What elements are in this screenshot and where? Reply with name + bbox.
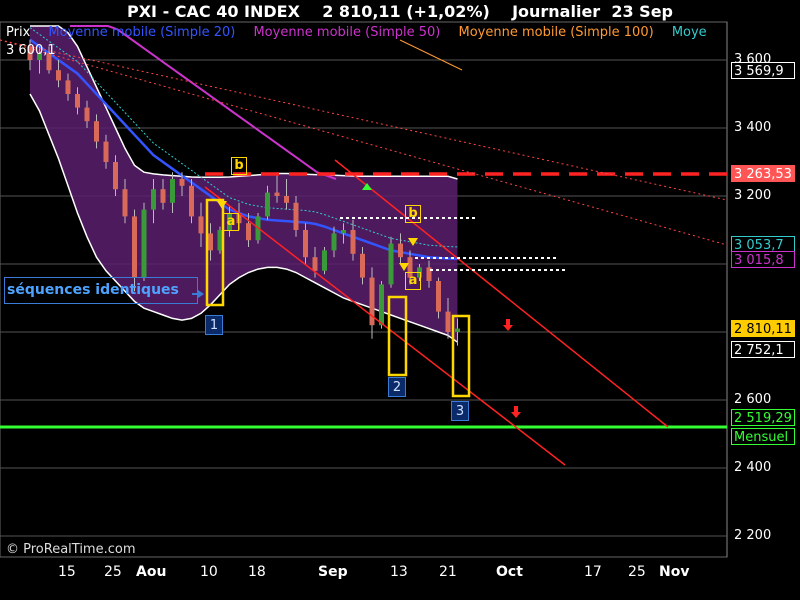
- candle-body: [75, 94, 80, 108]
- candle-body: [198, 216, 204, 234]
- candle-body: [341, 230, 346, 234]
- candle-body: [360, 253, 365, 278]
- y-tick-label: 2 200: [734, 528, 772, 543]
- candle-body: [274, 192, 280, 196]
- legend-item-other: Moye: [671, 25, 707, 40]
- candle-body: [160, 189, 166, 203]
- candle-body: [436, 281, 441, 312]
- x-tick-label: Sep: [318, 564, 348, 580]
- price-badge: 2 519,29: [731, 409, 795, 426]
- wave-label-b2: b: [405, 205, 421, 223]
- legend-item-price: Prix: [6, 25, 31, 40]
- chart-title: PXI - CAC 40 INDEX 2 810,11 (+1,02%) Jou…: [126, 2, 673, 21]
- candle-body: [94, 121, 99, 142]
- y-tick-label: 2 600: [734, 392, 772, 407]
- candle-body: [284, 196, 289, 203]
- down-arrow-icon: [503, 325, 513, 331]
- ma100-line: [399, 39, 463, 71]
- x-tick-label: 15: [58, 564, 76, 580]
- wave-label-a1: a: [223, 213, 239, 231]
- x-tick-label: 17: [584, 564, 602, 580]
- down-arrow-icon: [514, 406, 518, 412]
- candle-body: [189, 185, 194, 217]
- candle-body: [322, 250, 327, 271]
- candle-body: [56, 70, 61, 81]
- candle-body: [293, 202, 299, 230]
- price-badge: Mensuel: [731, 428, 795, 445]
- x-tick-label: 18: [248, 564, 266, 580]
- y-tick-label: 2 400: [734, 460, 772, 475]
- candle-body: [208, 233, 213, 251]
- candle-body: [113, 162, 118, 190]
- price-badge: 3 015,8: [731, 251, 795, 268]
- candle-body: [84, 107, 90, 122]
- candle-body: [331, 233, 337, 251]
- x-tick-label: 25: [104, 564, 122, 580]
- candle-body: [151, 189, 156, 210]
- x-tick-label: Aou: [136, 564, 167, 580]
- candle-body: [312, 257, 318, 271]
- down-arrow-icon: [506, 319, 510, 325]
- copyright-text: © ProRealTime.com: [6, 542, 136, 557]
- sequence-number-3: 3: [451, 401, 469, 421]
- x-tick-label: 10: [200, 564, 218, 580]
- candle-body: [179, 179, 185, 186]
- candle-body: [303, 230, 308, 258]
- sequence-number-2: 2: [388, 377, 406, 397]
- x-tick-label: 13: [390, 564, 408, 580]
- candle-body: [103, 141, 109, 162]
- candle-body: [388, 243, 394, 285]
- candle-body: [455, 328, 460, 332]
- x-tick-label: 25: [628, 564, 646, 580]
- x-tick-label: 21: [439, 564, 457, 580]
- candle-body: [132, 216, 137, 278]
- candle-body: [246, 223, 251, 241]
- y-tick-label: 3 400: [734, 120, 772, 135]
- legend-item-ma50: Moyenne mobile (Simple 50): [253, 25, 441, 40]
- candle-body: [170, 179, 175, 203]
- x-tick-label: Nov: [659, 564, 690, 580]
- candle-body: [265, 192, 270, 217]
- sequence-number-1: 1: [205, 315, 223, 335]
- wave-label-a2: a: [405, 272, 421, 290]
- candle-body: [141, 209, 147, 278]
- candle-body: [379, 284, 384, 326]
- candle-body: [445, 311, 451, 332]
- candle-body: [122, 189, 128, 217]
- y-tick-label: 3 200: [734, 188, 772, 203]
- top-value-label: 3 600,1: [6, 43, 56, 58]
- price-badge: 3 569,9: [731, 62, 795, 79]
- legend-item-ma100: Moyenne mobile (Simple 100): [458, 25, 654, 40]
- price-badge: 3 263,53: [731, 165, 795, 182]
- candle-body: [65, 80, 71, 94]
- legend-item-ma20: Moyenne mobile (Simple 20): [48, 25, 236, 40]
- x-tick-label: Oct: [496, 564, 523, 580]
- candle-body: [398, 243, 403, 258]
- legend: Prix Moyenne mobile (Simple 20) Moyenne …: [6, 25, 721, 40]
- candle-body: [350, 230, 356, 254]
- down-arrow-icon: [511, 412, 521, 418]
- sequence-label: séquences identiques: [4, 277, 198, 304]
- price-badge: 2 752,1: [731, 341, 795, 358]
- wave-label-b1: b: [231, 157, 247, 175]
- price-badge: 2 810,11: [731, 320, 795, 337]
